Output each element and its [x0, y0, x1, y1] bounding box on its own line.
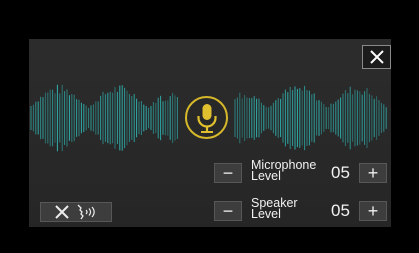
speaker-level-value: 05: [331, 201, 350, 220]
speaker-level-decrease-button[interactable]: −: [214, 201, 242, 221]
mute-voice-button[interactable]: [40, 202, 112, 222]
plus-icon: +: [367, 163, 379, 183]
microphone-level-value: 05: [331, 163, 350, 182]
minus-icon: −: [222, 163, 234, 183]
minus-icon: −: [222, 201, 234, 221]
microphone-button[interactable]: [185, 96, 228, 139]
voice-dialog: − Microphone Level 05 + − Speaker Level …: [29, 39, 391, 227]
microphone-level-decrease-button[interactable]: −: [214, 163, 242, 183]
microphone-level-label: Microphone Level: [251, 159, 316, 183]
speaker-level-increase-button[interactable]: +: [359, 201, 387, 221]
x-icon: [55, 205, 69, 219]
plus-icon: +: [367, 201, 379, 221]
microphone-level-increase-button[interactable]: +: [359, 163, 387, 183]
close-icon: [369, 50, 384, 64]
close-button[interactable]: [362, 45, 391, 69]
speaker-level-label-line2: Level: [251, 207, 281, 221]
speaking-head-icon: [77, 204, 95, 220]
speaker-level-label: Speaker Level: [251, 197, 298, 221]
microphone-icon: [196, 103, 217, 133]
microphone-level-label-line2: Level: [251, 169, 281, 183]
